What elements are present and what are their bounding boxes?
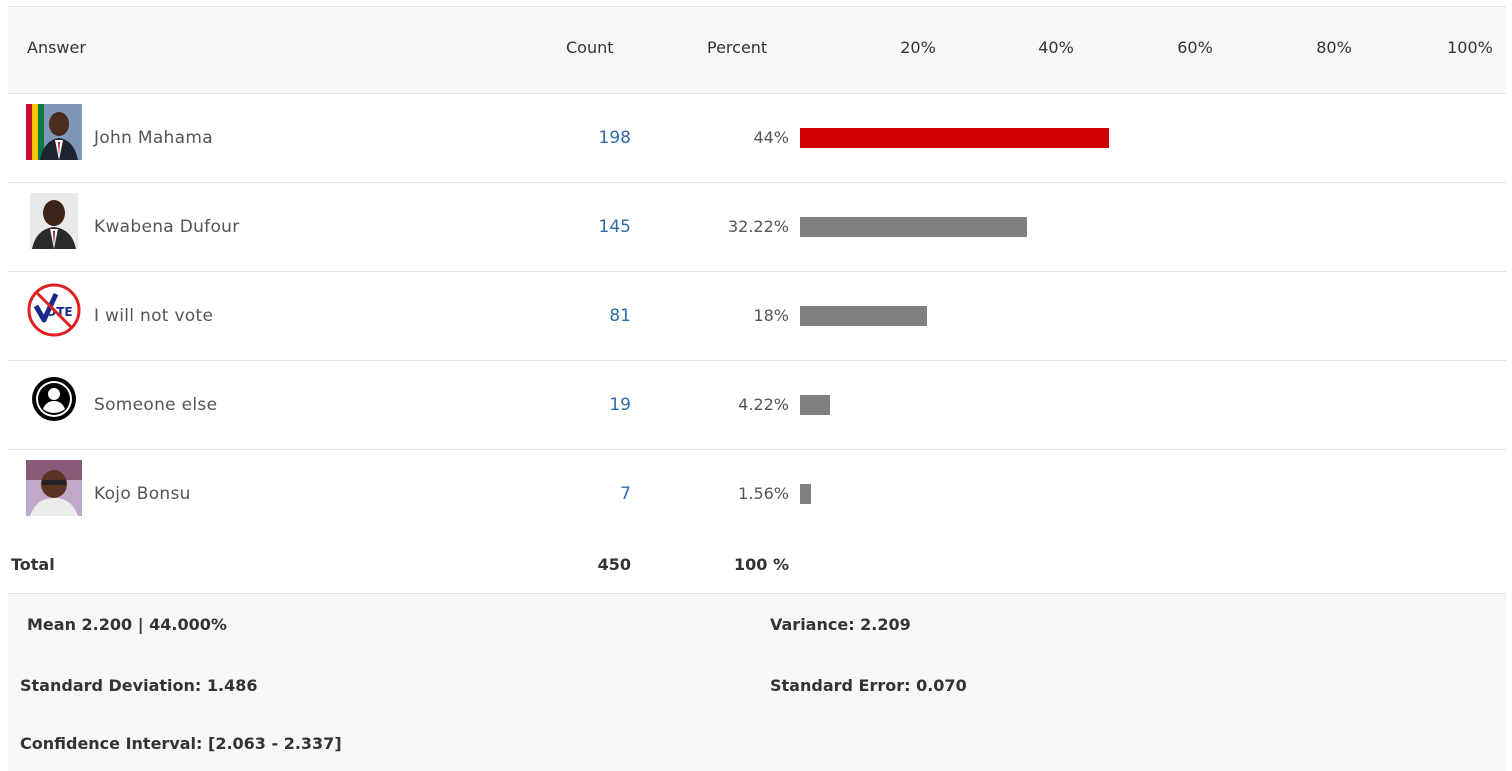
answer-percent: 4.22% xyxy=(738,395,789,414)
person-icon xyxy=(26,371,82,427)
confidence-interval-stat: Confidence Interval: [2.063 - 2.337] xyxy=(20,734,342,753)
answer-percent: 1.56% xyxy=(738,484,789,503)
result-bar-2 xyxy=(800,306,927,326)
std-dev-stat: Standard Deviation: 1.486 xyxy=(20,676,258,695)
answer-column-header: Answer xyxy=(27,38,86,57)
results-header: Answer Count Percent 20% 40% 60% 80% 100… xyxy=(8,7,1506,94)
kwabena-dufour-photo xyxy=(26,193,82,249)
no-vote-icon: OTE xyxy=(26,282,82,338)
axis-tick-100: 100% xyxy=(1447,38,1493,57)
answer-percent: 32.22% xyxy=(727,217,789,236)
answer-count-link[interactable]: 198 xyxy=(528,128,631,148)
result-bar-4 xyxy=(800,484,811,504)
total-count: 450 xyxy=(597,555,631,574)
answer-row-kwabena-dufour: Kwabena Dufour 145 32.22% xyxy=(8,183,1506,272)
statistics-panel: Mean 2.200 | 44.000% Variance: 2.209 Sta… xyxy=(8,594,1506,771)
result-bar-1 xyxy=(800,217,1027,237)
answer-row-will-not-vote: OTE I will not vote 81 18% xyxy=(8,272,1506,361)
total-label: Total xyxy=(11,555,55,574)
answer-label: Kwabena Dufour xyxy=(94,217,240,237)
variance-stat: Variance: 2.209 xyxy=(770,615,911,634)
mean-stat: Mean 2.200 | 44.000% xyxy=(27,615,227,634)
answer-percent: 18% xyxy=(753,306,789,325)
john-mahama-photo xyxy=(26,104,82,160)
answer-label: Kojo Bonsu xyxy=(94,484,191,504)
count-column-header: Count xyxy=(566,38,614,57)
answer-label: Someone else xyxy=(94,395,218,415)
result-bar-0 xyxy=(800,128,1110,148)
answer-label: I will not vote xyxy=(94,306,214,326)
answer-row-john-mahama: John Mahama 198 44% xyxy=(8,94,1506,183)
result-bar-3 xyxy=(800,395,830,415)
axis-tick-20: 20% xyxy=(900,38,936,57)
answer-label: John Mahama xyxy=(94,128,213,148)
poll-results: Answer Count Percent 20% 40% 60% 80% 100… xyxy=(0,0,1512,771)
axis-tick-80: 80% xyxy=(1316,38,1352,57)
std-error-stat: Standard Error: 0.070 xyxy=(770,676,967,695)
percent-column-header: Percent xyxy=(707,38,768,57)
answer-row-kojo-bonsu: Kojo Bonsu 7 1.56% xyxy=(8,450,1506,539)
answer-count-link[interactable]: 145 xyxy=(528,217,631,237)
answer-count-link[interactable]: 7 xyxy=(528,484,631,504)
total-row: Total 450 100 % xyxy=(8,536,1506,594)
kojo-bonsu-photo xyxy=(26,460,82,516)
answer-count-link[interactable]: 81 xyxy=(528,306,631,326)
answer-count-link[interactable]: 19 xyxy=(528,395,631,415)
answer-row-someone-else: Someone else 19 4.22% xyxy=(8,361,1506,450)
axis-tick-40: 40% xyxy=(1038,38,1074,57)
axis-tick-60: 60% xyxy=(1177,38,1213,57)
total-percent: 100 % xyxy=(734,555,789,574)
answer-percent: 44% xyxy=(753,128,789,147)
